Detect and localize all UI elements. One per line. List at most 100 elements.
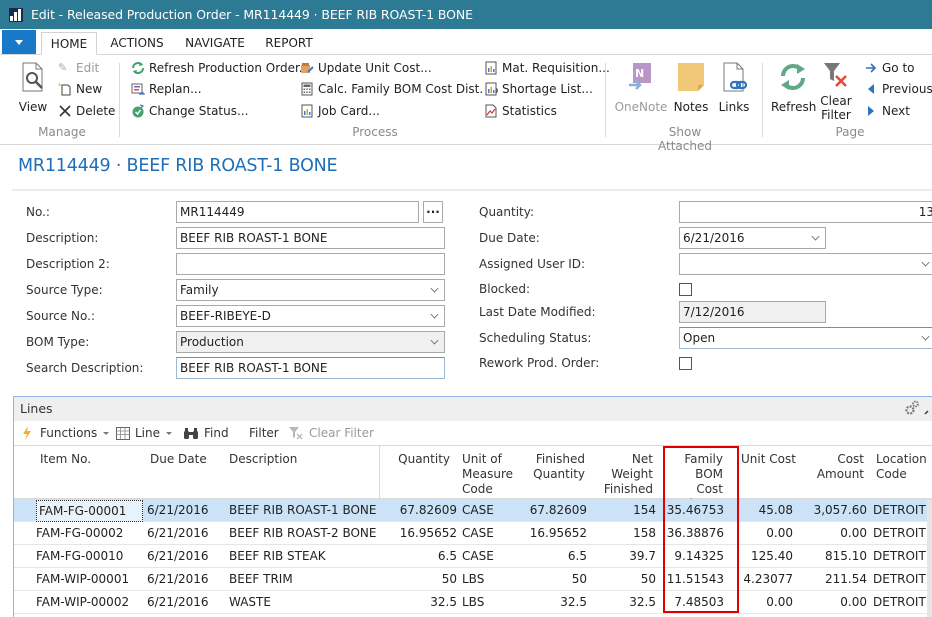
col-header-finished-quantity[interactable]: Finished Quantity [528,452,585,482]
customize-gear-icon[interactable] [903,399,921,417]
cell-quantity[interactable]: 67.82609 [380,499,457,521]
tab-actions[interactable]: ACTIONS [104,32,170,55]
edit-button[interactable]: ✎ Edit [58,59,99,77]
rework-prod-order-checkbox[interactable] [679,357,692,370]
assigned-user-id-dropdown[interactable] [679,253,932,275]
cell-unit-cost[interactable]: 125.40 [730,545,793,567]
find-button[interactable]: Find [183,426,229,440]
cell-finished-qty[interactable]: 50 [520,568,587,590]
refresh-button[interactable]: Refresh [771,61,816,114]
cell-item-no[interactable]: FAM-WIP-00001 [36,568,142,590]
cell-item-no[interactable]: FAM-FG-00001 [36,500,143,522]
cell-item-no[interactable]: FAM-WIP-00002 [36,591,142,613]
cell-uom[interactable]: LBS [462,591,522,613]
quantity-field[interactable]: 13 [679,201,932,223]
cell-uom[interactable]: LBS [462,568,522,590]
vertical-scrollbar[interactable] [927,500,932,617]
cell-due-date[interactable]: 6/21/2016 [147,545,217,567]
line-menu[interactable]: Line [116,426,173,440]
next-button[interactable]: Next [864,102,910,120]
delete-button[interactable]: Delete [58,102,115,120]
cell-net-weight[interactable]: 32.5 [600,591,656,613]
source-type-dropdown[interactable]: Family [176,279,445,301]
cell-uom[interactable]: CASE [462,522,522,544]
cell-uom[interactable]: CASE [462,545,522,567]
cell-item-no[interactable]: FAM-FG-00002 [36,522,142,544]
onenote-button[interactable]: N OneNote [614,61,668,114]
job-card-button[interactable]: Job Card... [300,102,380,120]
cell-net-weight[interactable]: 154 [600,499,656,521]
functions-menu[interactable]: Functions [22,426,110,440]
cell-description[interactable]: BEEF RIB ROAST-2 BONE [229,522,376,544]
new-button[interactable]: * New [58,80,102,98]
source-no-dropdown[interactable]: BEEF-RIBEYE-D [176,305,445,327]
shortage-list-button[interactable]: Shortage List... [484,80,593,98]
search-description-field[interactable]: BEEF RIB ROAST-1 BONE [176,357,445,379]
refresh-production-order-button[interactable]: Refresh Production Order... [131,59,310,77]
cell-location[interactable]: DETROIT [873,568,929,590]
cell-quantity[interactable]: 16.95652 [380,522,457,544]
notes-button[interactable]: Notes [672,61,710,114]
cell-uom[interactable]: CASE [462,499,522,521]
cell-finished-qty[interactable]: 6.5 [520,545,587,567]
update-unit-cost-button[interactable]: Update Unit Cost... [300,59,432,77]
change-status-button[interactable]: Change Status... [131,102,248,120]
description-field[interactable]: BEEF RIB ROAST-1 BONE [176,227,445,249]
calc-family-bom-cost-button[interactable]: Calc. Family BOM Cost Dist. % [300,80,498,98]
col-header-due-date[interactable]: Due Date [150,452,207,467]
col-header-quantity[interactable]: Quantity [390,452,450,467]
clear-filter-button[interactable]: Clear Filter [817,61,855,122]
cell-net-weight[interactable]: 39.7 [600,545,656,567]
blocked-checkbox[interactable] [679,283,692,296]
clear-filter-lines-button[interactable]: Clear Filter [288,426,374,440]
cell-unit-cost[interactable]: 45.08 [730,499,793,521]
col-header-cost-amount[interactable]: Cost Amount [810,452,864,482]
statistics-button[interactable]: Statistics [484,102,557,120]
cell-location[interactable]: DETROIT [873,522,929,544]
previous-button[interactable]: Previous [864,80,932,98]
cell-due-date[interactable]: 6/21/2016 [147,591,217,613]
links-button[interactable]: Links [716,61,752,114]
cell-quantity[interactable]: 32.5 [380,591,457,613]
bom-type-dropdown[interactable]: Production [176,331,445,353]
cell-description[interactable]: WASTE [229,591,374,613]
col-header-unit-cost[interactable]: Unit Cost [741,452,796,467]
cell-unit-cost[interactable]: 0.00 [730,522,793,544]
cell-finished-qty[interactable]: 32.5 [520,591,587,613]
view-button[interactable]: View [14,61,52,114]
cell-cost-amount[interactable]: 815.10 [800,545,867,567]
col-header-net-weight-finished[interactable]: Net Weight Finished [598,452,653,497]
tab-navigate[interactable]: NAVIGATE [179,32,251,55]
mat-requisition-button[interactable]: Mat. Requisition... [484,59,610,77]
tab-home[interactable]: HOME [41,32,97,55]
cell-cost-amount[interactable]: 3,057.60 [800,499,867,521]
scheduling-status-dropdown[interactable]: Open [679,327,932,349]
cell-location[interactable]: DETROIT [873,499,929,521]
cell-location[interactable]: DETROIT [873,591,929,613]
cell-unit-cost[interactable]: 4.23077 [730,568,793,590]
cell-due-date[interactable]: 6/21/2016 [147,568,217,590]
cell-location[interactable]: DETROIT [873,545,929,567]
replan-button[interactable]: Replan... [131,80,202,98]
cell-description[interactable]: BEEF TRIM [229,568,374,590]
cell-finished-qty[interactable]: 16.95652 [520,522,587,544]
cell-cost-amount[interactable]: 0.00 [800,522,867,544]
collapse-arrow-icon[interactable] [924,404,932,415]
go-to-button[interactable]: Go to [864,59,915,77]
application-menu-button[interactable] [2,30,36,54]
cell-net-weight[interactable]: 50 [600,568,656,590]
no-assist-edit-button[interactable]: ... [423,201,443,223]
cell-finished-qty[interactable]: 67.82609 [520,499,587,521]
col-header-description[interactable]: Description [229,452,297,467]
cell-unit-cost[interactable]: 0.00 [730,591,793,613]
no-field[interactable]: MR114449 [176,201,419,223]
tab-report[interactable]: REPORT [260,32,318,55]
cell-item-no[interactable]: FAM-FG-00010 [36,545,142,567]
cell-quantity[interactable]: 6.5 [380,545,457,567]
filter-button[interactable]: Filter [249,426,279,440]
cell-cost-amount[interactable]: 0.00 [800,591,867,613]
cell-description[interactable]: BEEF RIB STEAK [229,545,374,567]
col-header-unit-of-measure-code[interactable]: Unit of Measure Code [462,452,513,497]
cell-description[interactable]: BEEF RIB ROAST-1 BONE [229,499,376,521]
cell-due-date[interactable]: 6/21/2016 [147,499,217,521]
